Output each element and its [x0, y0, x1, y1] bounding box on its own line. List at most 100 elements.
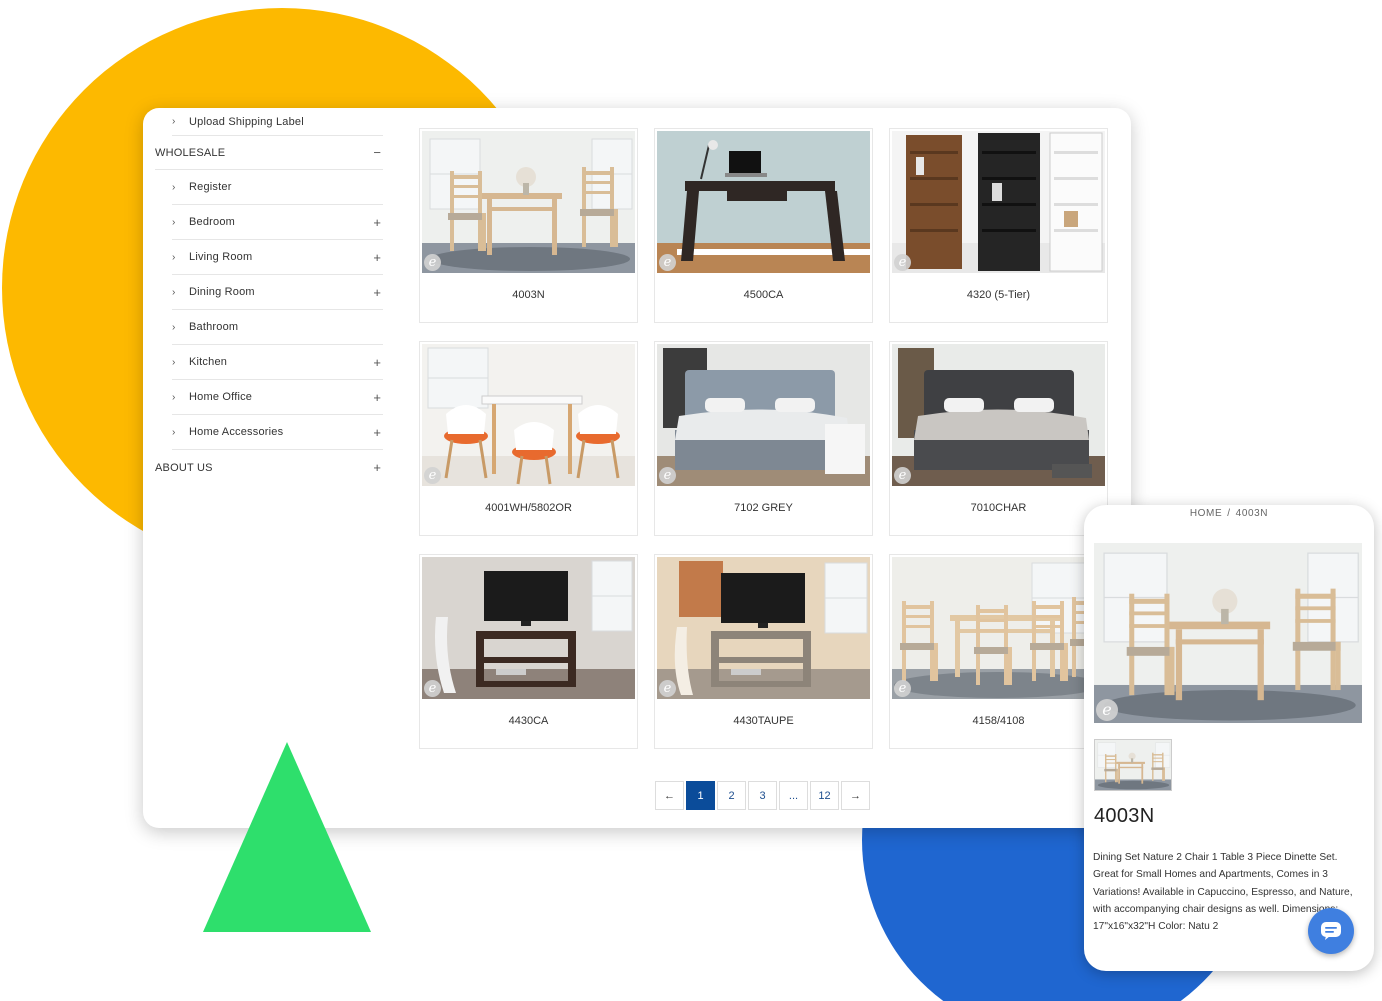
product-card[interactable]: e 7010CHAR	[889, 341, 1108, 536]
chevron-right-icon: ›	[172, 391, 176, 403]
chevron-right-icon: ›	[172, 286, 176, 298]
product-photo	[892, 557, 1105, 699]
product-image[interactable]: e	[892, 131, 1105, 273]
product-photo	[422, 344, 635, 486]
product-image[interactable]: e	[657, 131, 870, 273]
breadcrumb-separator: /	[1227, 508, 1231, 519]
expand-icon[interactable]: +	[373, 460, 381, 475]
product-sku-label[interactable]: 4158/4108	[890, 715, 1107, 727]
expand-icon[interactable]: +	[373, 250, 381, 265]
product-card[interactable]: e 4430TAUPE	[654, 554, 873, 749]
product-image[interactable]: e	[892, 344, 1105, 486]
sidebar-item[interactable]: › Home Office +	[172, 380, 383, 415]
chevron-right-icon: ›	[172, 251, 176, 263]
mobile-product-page: HOME/4003N e 4003N Dining Set Nature 2 C…	[1084, 505, 1374, 971]
page-ellipsis: ...	[779, 781, 808, 810]
sidebar-item[interactable]: › Kitchen +	[172, 345, 383, 380]
chevron-right-icon: ›	[172, 356, 176, 368]
collapse-icon[interactable]: −	[373, 145, 381, 160]
page-button[interactable]: 3	[748, 781, 777, 810]
product-photo	[422, 131, 635, 273]
product-main-image[interactable]: e	[1094, 543, 1362, 723]
brand-watermark-icon: e	[894, 467, 911, 484]
product-sku-label[interactable]: 7010CHAR	[890, 502, 1107, 514]
brand-watermark-icon: e	[894, 254, 911, 271]
product-image[interactable]: e	[422, 344, 635, 486]
chevron-right-icon: ›	[172, 426, 176, 438]
brand-watermark-icon: e	[894, 680, 911, 697]
brand-watermark-icon: e	[1096, 699, 1118, 721]
sidebar-item[interactable]: › Dining Room +	[172, 275, 383, 310]
product-thumbnail[interactable]	[1094, 739, 1172, 791]
sidebar-item-label: Register	[189, 181, 232, 193]
sidebar-section-about-us[interactable]: ABOUT US +	[155, 450, 383, 485]
product-card[interactable]: e 7102 GREY	[654, 341, 873, 536]
product-card[interactable]: e 4001WH/5802OR	[419, 341, 638, 536]
page-button[interactable]: 1	[686, 781, 715, 810]
chevron-right-icon: ›	[172, 181, 176, 193]
sidebar-item-label: Kitchen	[189, 356, 228, 368]
sidebar-section-wholesale[interactable]: WHOLESALE −	[155, 136, 383, 170]
sidebar-item-label: Bedroom	[189, 216, 236, 228]
breadcrumb-current: 4003N	[1235, 508, 1269, 519]
product-image[interactable]: e	[657, 344, 870, 486]
product-image[interactable]: e	[422, 557, 635, 699]
product-sku-label[interactable]: 4001WH/5802OR	[420, 502, 637, 514]
sidebar-item[interactable]: › Register	[172, 170, 383, 205]
brand-watermark-icon: e	[659, 254, 676, 271]
product-photo	[892, 344, 1105, 486]
sidebar-item-upload-shipping-label[interactable]: › Upload Shipping Label	[172, 108, 383, 136]
expand-icon[interactable]: +	[373, 355, 381, 370]
product-sku-label[interactable]: 4430CA	[420, 715, 637, 727]
chevron-right-icon: ›	[172, 116, 176, 127]
product-image[interactable]: e	[657, 557, 870, 699]
product-photo	[657, 344, 870, 486]
product-photo	[1095, 740, 1171, 790]
expand-icon[interactable]: +	[373, 425, 381, 440]
product-sku-label[interactable]: 4500CA	[655, 289, 872, 301]
chevron-right-icon: ›	[172, 321, 176, 333]
next-page-button[interactable]: →	[841, 781, 870, 810]
expand-icon[interactable]: +	[373, 285, 381, 300]
sidebar-item[interactable]: › Bathroom	[172, 310, 383, 345]
product-image[interactable]: e	[422, 131, 635, 273]
sidebar-section-label: ABOUT US	[155, 461, 213, 474]
sidebar-item-label: Dining Room	[189, 286, 255, 298]
expand-icon[interactable]: +	[373, 215, 381, 230]
breadcrumb-home-link[interactable]: HOME	[1190, 508, 1222, 519]
product-card[interactable]: e 4003N	[419, 128, 638, 323]
chat-launcher-button[interactable]	[1308, 908, 1354, 954]
brand-watermark-icon: e	[424, 680, 441, 697]
product-title: 4003N	[1094, 805, 1155, 827]
decor-green-triangle	[203, 742, 371, 932]
brand-watermark-icon: e	[424, 467, 441, 484]
product-sku-label[interactable]: 7102 GREY	[655, 502, 872, 514]
expand-icon[interactable]: +	[373, 390, 381, 405]
product-photo	[422, 557, 635, 699]
product-card[interactable]: e 4158/4108	[889, 554, 1108, 749]
product-image[interactable]: e	[892, 557, 1105, 699]
product-card[interactable]: e 4500CA	[654, 128, 873, 323]
sidebar-item[interactable]: › Living Room +	[172, 240, 383, 275]
product-card[interactable]: e 4320 (5-Tier)	[889, 128, 1108, 323]
product-sku-label[interactable]: 4003N	[420, 289, 637, 301]
page-button[interactable]: 2	[717, 781, 746, 810]
brand-watermark-icon: e	[659, 467, 676, 484]
brand-watermark-icon: e	[424, 254, 441, 271]
sidebar-item[interactable]: › Bedroom +	[172, 205, 383, 240]
pagination: ← 1 2 3 ... 12 →	[655, 781, 870, 810]
sidebar-item-label: Upload Shipping Label	[189, 115, 304, 128]
prev-page-button[interactable]: ←	[655, 781, 684, 810]
product-sku-label[interactable]: 4320 (5-Tier)	[890, 289, 1107, 301]
page-button[interactable]: 12	[810, 781, 839, 810]
chevron-right-icon: ›	[172, 216, 176, 228]
breadcrumb: HOME / 4003N	[1084, 508, 1374, 519]
sidebar-item[interactable]: › Home Accessories +	[172, 415, 383, 450]
brand-watermark-icon: e	[659, 680, 676, 697]
category-sidebar: › Upload Shipping Label WHOLESALE − › Reg…	[155, 108, 383, 485]
desktop-window: › Upload Shipping Label WHOLESALE − › Reg…	[143, 108, 1131, 828]
sidebar-item-label: Home Accessories	[189, 426, 284, 438]
product-card[interactable]: e 4430CA	[419, 554, 638, 749]
product-sku-label[interactable]: 4430TAUPE	[655, 715, 872, 727]
chat-icon	[1321, 922, 1341, 940]
